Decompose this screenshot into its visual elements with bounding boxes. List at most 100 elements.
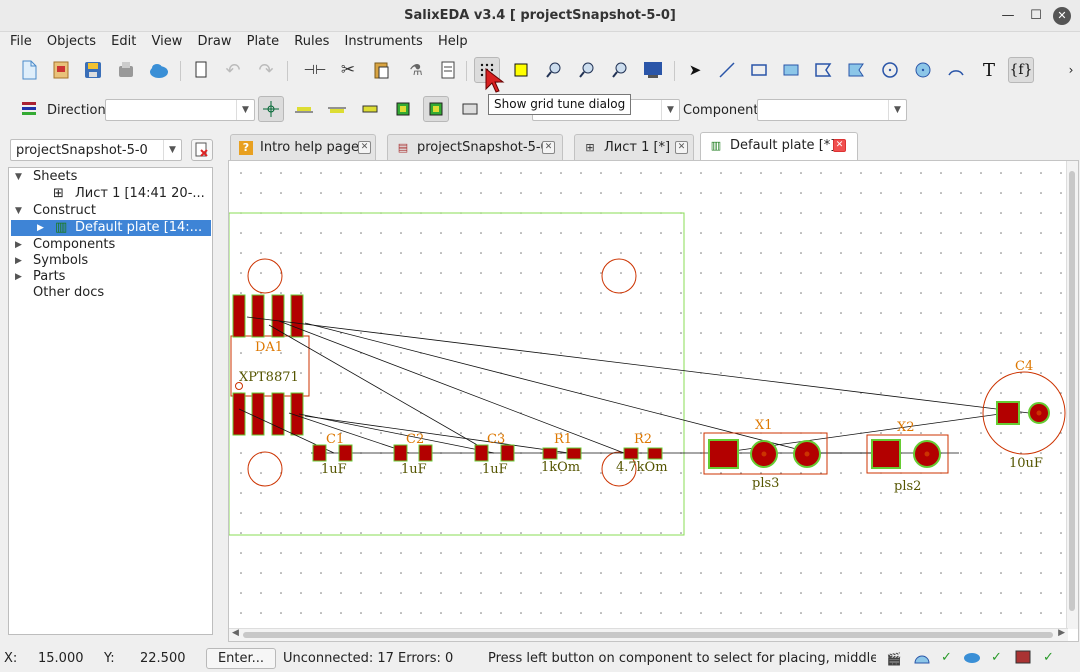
tab-intro-help[interactable]: ? Intro help page ✕ (230, 134, 376, 160)
tree-twisty-open-icon[interactable]: ▼ (15, 169, 22, 185)
monitor-icon[interactable] (640, 57, 666, 83)
save-icon[interactable] (80, 57, 106, 83)
smd-bottom-icon[interactable] (324, 96, 350, 122)
close-icon[interactable]: ✕ (542, 141, 555, 154)
field-icon[interactable]: {f} (1008, 57, 1034, 83)
project-icon: ▤ (397, 141, 409, 154)
toolbar-overflow-icon[interactable]: › (1062, 57, 1080, 83)
menu-rules[interactable]: Rules (294, 32, 329, 51)
tree-item-parts[interactable]: Parts (33, 269, 65, 285)
scroll-right-icon[interactable]: ▶ (1058, 628, 1065, 638)
zoom-in-icon[interactable] (541, 57, 567, 83)
text-icon[interactable]: T (976, 57, 1002, 83)
component-place-icon[interactable] (457, 96, 483, 122)
menu-edit[interactable]: Edit (111, 32, 136, 51)
project-combo[interactable]: projectSnapshot-5-0 ▼ (10, 139, 182, 161)
close-icon[interactable]: ✕ (675, 141, 688, 154)
close-project-button[interactable] (191, 139, 213, 161)
arc-icon[interactable] (943, 57, 969, 83)
x1-ref: X1 (755, 418, 773, 433)
pcb-canvas[interactable]: C1 1uF C2 1uF C3 1uF R1 1kOm R2 4.7kOm D… (228, 160, 1079, 642)
save-all-icon[interactable] (113, 57, 139, 83)
pcb-drawing[interactable]: C1 1uF C2 1uF C3 1uF R1 1kOm R2 4.7kOm D… (229, 161, 1068, 629)
draw-line-icon[interactable] (714, 57, 740, 83)
through-hole-icon[interactable] (357, 96, 383, 122)
x2-value: pls2 (894, 479, 921, 494)
chip-pressed-icon[interactable] (423, 96, 449, 122)
component-combo[interactable]: ▼ (757, 99, 907, 121)
x-value: 15.000 (38, 651, 84, 666)
library-icon[interactable] (1013, 649, 1033, 669)
tree-item-construct[interactable]: Construct (33, 203, 96, 219)
horizontal-scroll-thumb[interactable] (243, 632, 1053, 638)
menu-instruments[interactable]: Instruments (344, 32, 422, 51)
cloud-sync-icon[interactable] (962, 649, 982, 669)
project-tree[interactable]: ▼ Sheets ⊞ Лист 1 [14:41 20-... ▼ Constr… (8, 167, 213, 635)
vertical-scroll-thumb[interactable] (1069, 171, 1075, 611)
cut-icon[interactable]: ✂ (335, 57, 361, 83)
chip-icon[interactable] (390, 96, 416, 122)
vertical-scrollbar[interactable] (1066, 161, 1078, 629)
draw-rect-icon[interactable] (746, 57, 772, 83)
tree-twisty-closed-icon[interactable]: ▶ (15, 253, 22, 269)
menu-file[interactable]: File (10, 32, 32, 51)
close-icon[interactable]: ✕ (358, 141, 371, 154)
menu-help[interactable]: Help (438, 32, 468, 51)
fill-polygon-icon[interactable] (843, 57, 869, 83)
tree-twisty-closed-icon[interactable]: ▶ (37, 220, 44, 236)
tree-item-components[interactable]: Components (33, 237, 115, 253)
polygon-icon[interactable] (810, 57, 836, 83)
menu-draw[interactable]: Draw (198, 32, 232, 51)
direction-combo[interactable]: ▼ (105, 99, 255, 121)
minimize-icon[interactable]: — (998, 6, 1018, 26)
zoom-out-icon[interactable] (574, 57, 600, 83)
tab-default-plate[interactable]: ▥ Default plate [*] ✕ (700, 132, 858, 160)
chevron-down-icon: ▼ (661, 100, 679, 120)
cloud-icon[interactable] (146, 57, 172, 83)
page-icon[interactable] (188, 57, 214, 83)
properties-icon[interactable] (435, 57, 461, 83)
tree-twisty-closed-icon[interactable]: ▶ (15, 237, 22, 253)
r2-ref: R2 (634, 432, 652, 447)
tree-item-other-docs[interactable]: Other docs (33, 285, 104, 301)
new-project-icon[interactable] (48, 57, 74, 83)
close-icon[interactable]: ✕ (833, 139, 846, 152)
new-file-icon[interactable] (16, 57, 42, 83)
project-panel: projectSnapshot-5-0 ▼ ▼ Sheets ⊞ Лист 1 … (8, 137, 214, 635)
tab-project[interactable]: ▤ projectSnapshot-5-0 ✕ (387, 134, 563, 160)
tree-twisty-open-icon[interactable]: ▼ (15, 203, 22, 219)
document-tabs: ? Intro help page ✕ ▤ projectSnapshot-5-… (228, 132, 1080, 160)
mirror-icon[interactable]: ⊣⊢ (302, 57, 328, 83)
paste-icon[interactable] (368, 57, 394, 83)
dome-icon[interactable] (912, 649, 932, 669)
maximize-icon[interactable]: ☐ (1026, 6, 1046, 26)
r1-pad (542, 447, 558, 460)
close-icon[interactable]: ✕ (1053, 7, 1071, 25)
snap-icon[interactable] (258, 96, 284, 122)
tree-item-sheet-1[interactable]: Лист 1 [14:41 20-... (75, 186, 205, 202)
menu-view[interactable]: View (152, 32, 183, 51)
zoom-fit-icon[interactable] (508, 57, 534, 83)
circle-icon[interactable] (877, 57, 903, 83)
horizontal-scrollbar[interactable]: ◀ ▶ (229, 628, 1068, 641)
smd-top-icon[interactable] (291, 96, 317, 122)
redo-icon[interactable]: ↷ (253, 57, 279, 83)
tree-item-sheets[interactable]: Sheets (33, 169, 77, 185)
menu-plate[interactable]: Plate (247, 32, 280, 51)
select-pointer-icon[interactable]: ➤ (682, 57, 708, 83)
fill-circle-icon[interactable] (910, 57, 936, 83)
clean-icon[interactable]: ⚗ (403, 57, 429, 83)
layers-icon[interactable] (16, 96, 42, 122)
tab-sheet-1[interactable]: ⊞ Лист 1 [*] ✕ (574, 134, 694, 160)
enter-coords-button[interactable]: Enter... (206, 648, 276, 669)
film-icon[interactable]: 🎬 (884, 649, 904, 669)
tree-item-default-plate[interactable]: Default plate [14:... (75, 220, 202, 236)
undo-icon[interactable]: ↶ (220, 57, 246, 83)
zoom-window-icon[interactable] (607, 57, 633, 83)
tree-item-symbols[interactable]: Symbols (33, 253, 88, 269)
tree-twisty-closed-icon[interactable]: ▶ (15, 269, 22, 285)
menu-objects[interactable]: Objects (47, 32, 96, 51)
title-bar: SalixEDA v3.4 [ projectSnapshot-5-0] — ☐… (0, 0, 1080, 32)
scroll-left-icon[interactable]: ◀ (232, 628, 239, 638)
fill-rect-icon[interactable] (778, 57, 804, 83)
